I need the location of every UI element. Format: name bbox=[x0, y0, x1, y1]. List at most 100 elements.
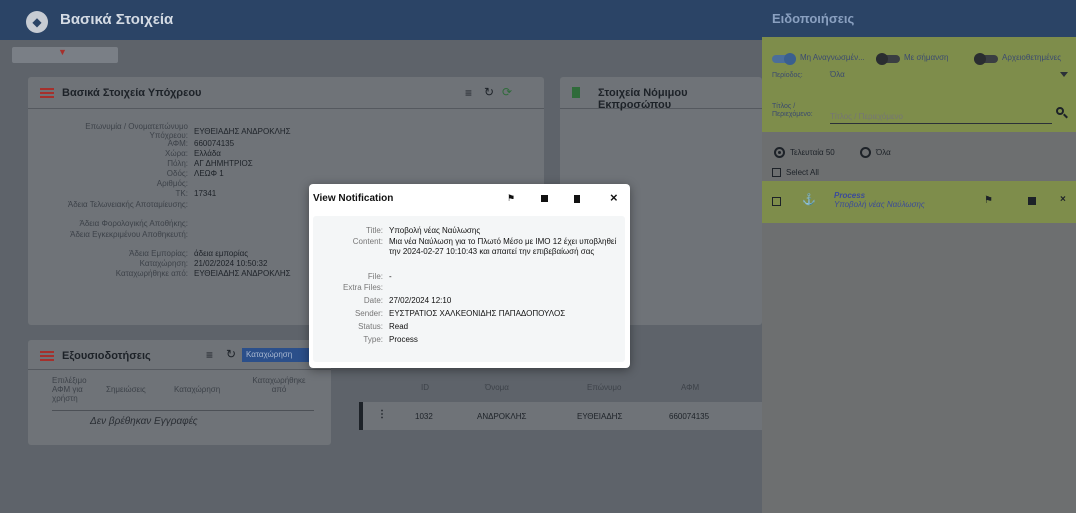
field-row: Επωνυμία / Ονοματεπώνυμο Υπόχρεου: ΕΥΘΕΙ… bbox=[28, 122, 290, 140]
select-all-label: Select All bbox=[786, 168, 819, 177]
archive-icon[interactable] bbox=[1028, 197, 1036, 205]
detail-value: Process bbox=[389, 335, 418, 344]
item-checkbox[interactable] bbox=[772, 197, 781, 206]
delete-icon[interactable] bbox=[574, 195, 580, 203]
authorizations-card: Εξουσιοδοτήσεις ≡ ↻ Καταχώρηση Επιλέξιμο… bbox=[28, 340, 331, 445]
refresh-icon[interactable]: ↻ bbox=[484, 85, 494, 99]
close-icon[interactable]: × bbox=[1060, 194, 1066, 205]
field-row: Αριθμός: bbox=[28, 179, 188, 189]
chevron-down-icon: ▼ bbox=[58, 47, 67, 57]
dialog-header: View Notification ⚑ × bbox=[309, 184, 630, 214]
top-bar: ◆ Βασικά Στοιχεία bbox=[0, 0, 762, 40]
anchor-icon: ⚓ bbox=[802, 194, 816, 206]
field-row: Πόλη: ΑΓ ΔΗΜΗΤΡΙΟΣ bbox=[28, 159, 252, 169]
field-label: ΤΚ: bbox=[175, 189, 188, 198]
kebab-menu-icon[interactable]: ⋮ bbox=[377, 409, 387, 420]
column-header: Σημειώσεις bbox=[106, 385, 146, 394]
notification-filters: Μη Αναγνωσμέν... Με σήμανση Αρχειοθετημέ… bbox=[762, 37, 1076, 132]
radio-label: Όλα bbox=[876, 148, 891, 157]
detail-value: - bbox=[389, 272, 392, 281]
home-icon[interactable]: ◆ bbox=[26, 11, 48, 33]
table-cell: ΕΥΘΕΙΑΔΗΣ bbox=[577, 412, 623, 421]
field-label: Άδεια Τελωνειακής Αποταμίευσης: bbox=[67, 200, 188, 209]
flag-icon[interactable]: ⚑ bbox=[984, 195, 993, 206]
field-value: 660074135 bbox=[194, 139, 235, 148]
field-value: ΛΕΩΦ 1 bbox=[194, 169, 224, 178]
card-title: Βασικά Στοιχεία Υπόχρεου bbox=[62, 87, 202, 99]
add-authorization-button[interactable]: Καταχώρηση bbox=[242, 348, 312, 362]
notification-item[interactable]: ⚓ Process Υποβολή νέας Ναύλωσης ⚑ × bbox=[762, 181, 1076, 223]
card-header: Εξουσιοδοτήσεις ≡ ↻ Καταχώρηση bbox=[28, 340, 331, 370]
field-label: Άδεια Εγκεκριμένου Αποθηκευτή: bbox=[70, 230, 188, 239]
field-row: Άδεια Εμπορίας: άδεια εμπορίας bbox=[28, 249, 248, 259]
period-select[interactable]: Όλα bbox=[830, 70, 1068, 82]
select-all-checkbox[interactable] bbox=[772, 168, 781, 177]
detail-key: Title: bbox=[365, 226, 383, 235]
field-value: ΕΥΘΕΙΑΔΗΣ ΑΝΔΡΟΚΛΗΣ bbox=[194, 269, 291, 278]
period-label: Περίοδος: bbox=[772, 72, 803, 79]
detail-key: Type: bbox=[363, 335, 383, 344]
detail-value: 27/02/2024 12:10 bbox=[389, 296, 452, 305]
list-icon bbox=[40, 88, 54, 98]
flag-icon[interactable]: ⚑ bbox=[507, 193, 515, 204]
field-row: Άδεια Εγκεκριμένου Αποθηκευτή: bbox=[28, 230, 188, 248]
menu-icon[interactable]: ≡ bbox=[465, 86, 472, 100]
field-row: Καταχώρηση: 21/02/2024 10:50:32 bbox=[28, 259, 268, 269]
toggle-label: Αρχειοθετημένες bbox=[1002, 53, 1062, 62]
field-row: Οδός: ΛΕΩΦ 1 bbox=[28, 169, 224, 179]
card-title: Στοιχεία Νόμιμου Εκπροσώπου bbox=[598, 87, 688, 111]
detail-value: Read bbox=[389, 322, 409, 331]
field-value: 17341 bbox=[194, 189, 217, 198]
item-subtitle: Υποβολή νέας Ναύλωσης bbox=[834, 200, 925, 209]
field-label: Καταχώρηση: bbox=[139, 259, 188, 268]
last-50-radio[interactable] bbox=[774, 147, 785, 158]
detail-key: Content: bbox=[352, 237, 383, 246]
field-label: Άδεια Εμπορίας: bbox=[129, 249, 188, 258]
detail-key: Extra Files: bbox=[342, 283, 383, 292]
column-header: ID bbox=[421, 383, 429, 392]
period-value: Όλα bbox=[830, 70, 845, 79]
column-header: Όνομα bbox=[485, 383, 509, 392]
search-input[interactable] bbox=[830, 110, 1052, 124]
chevron-down-icon bbox=[1060, 72, 1068, 77]
field-value: ΑΓ ΔΗΜΗΤΡΙΟΣ bbox=[194, 159, 253, 168]
dialog-title: View Notification bbox=[313, 193, 394, 204]
field-label: Άδεια Φορολογικής Αποθήκης: bbox=[79, 219, 188, 228]
close-icon[interactable]: × bbox=[610, 190, 618, 205]
detail-key: Status: bbox=[358, 322, 383, 331]
menu-icon[interactable]: ≡ bbox=[206, 348, 213, 362]
reload-icon[interactable]: ⟳ bbox=[502, 85, 512, 99]
rep-table: ID Όνομα Επώνυμο ΑΦΜ ⋮ 1032 ΑΝΔΡΟΚΛΗΣ ΕΥ… bbox=[345, 370, 762, 440]
divider bbox=[52, 410, 314, 411]
radio-label: Τελευταία 50 bbox=[790, 148, 835, 157]
all-radio[interactable] bbox=[860, 147, 871, 158]
detail-value: Υποβολή νέας Ναύλωσης bbox=[389, 226, 481, 235]
archive-icon[interactable] bbox=[541, 195, 548, 202]
field-value: 21/02/2024 10:50:32 bbox=[194, 259, 268, 268]
column-header: Επώνυμο bbox=[587, 383, 622, 392]
field-label: Επωνυμία / Ονοματεπώνυμο Υπόχρεου: bbox=[85, 122, 188, 140]
field-value: Ελλάδα bbox=[194, 149, 221, 158]
table-cell: ΑΝΔΡΟΚΛΗΣ bbox=[477, 412, 527, 421]
field-label: Οδός: bbox=[166, 169, 188, 178]
column-header: ΑΦΜ bbox=[681, 383, 700, 392]
field-label: Πόλη: bbox=[167, 159, 188, 168]
refresh-icon[interactable]: ↻ bbox=[226, 347, 236, 361]
column-header: Καταχώρηση bbox=[174, 385, 221, 394]
panel-title: Ειδοποιήσεις bbox=[772, 11, 855, 26]
table-cell: 1032 bbox=[415, 412, 433, 421]
view-notification-dialog: View Notification ⚑ × Title: Υποβολή νέα… bbox=[309, 184, 630, 368]
document-icon bbox=[572, 87, 580, 98]
field-value: άδεια εμπορίας bbox=[194, 249, 249, 258]
toggle-label: Με σήμανση bbox=[904, 53, 949, 62]
notifications-header: Ειδοποιήσεις bbox=[762, 0, 1076, 37]
detail-value: ΕΥΣΤΡΑΤΙΟΣ ΧΑΛΚΕΟΝΙΔΗΣ ΠΑΠΑΔΟΠΟΥΛΟΣ bbox=[389, 309, 566, 318]
field-label: Χώρα: bbox=[165, 149, 188, 158]
detail-key: Date: bbox=[363, 296, 383, 305]
column-header: Καταχωρήθηκε από bbox=[252, 376, 306, 394]
field-row: Άδεια Φορολογικής Αποθήκης: bbox=[28, 219, 188, 229]
detail-value: Μια νέα Ναύλωση για το Πλωτό Μέσο με ΙΜΟ… bbox=[389, 237, 617, 256]
table-row[interactable]: ⋮ 1032 ΑΝΔΡΟΚΛΗΣ ΕΥΘΕΙΑΔΗΣ 660074135 bbox=[359, 402, 762, 430]
search-icon[interactable] bbox=[1056, 107, 1068, 119]
section-dropdown[interactable]: ▼ bbox=[12, 47, 118, 63]
